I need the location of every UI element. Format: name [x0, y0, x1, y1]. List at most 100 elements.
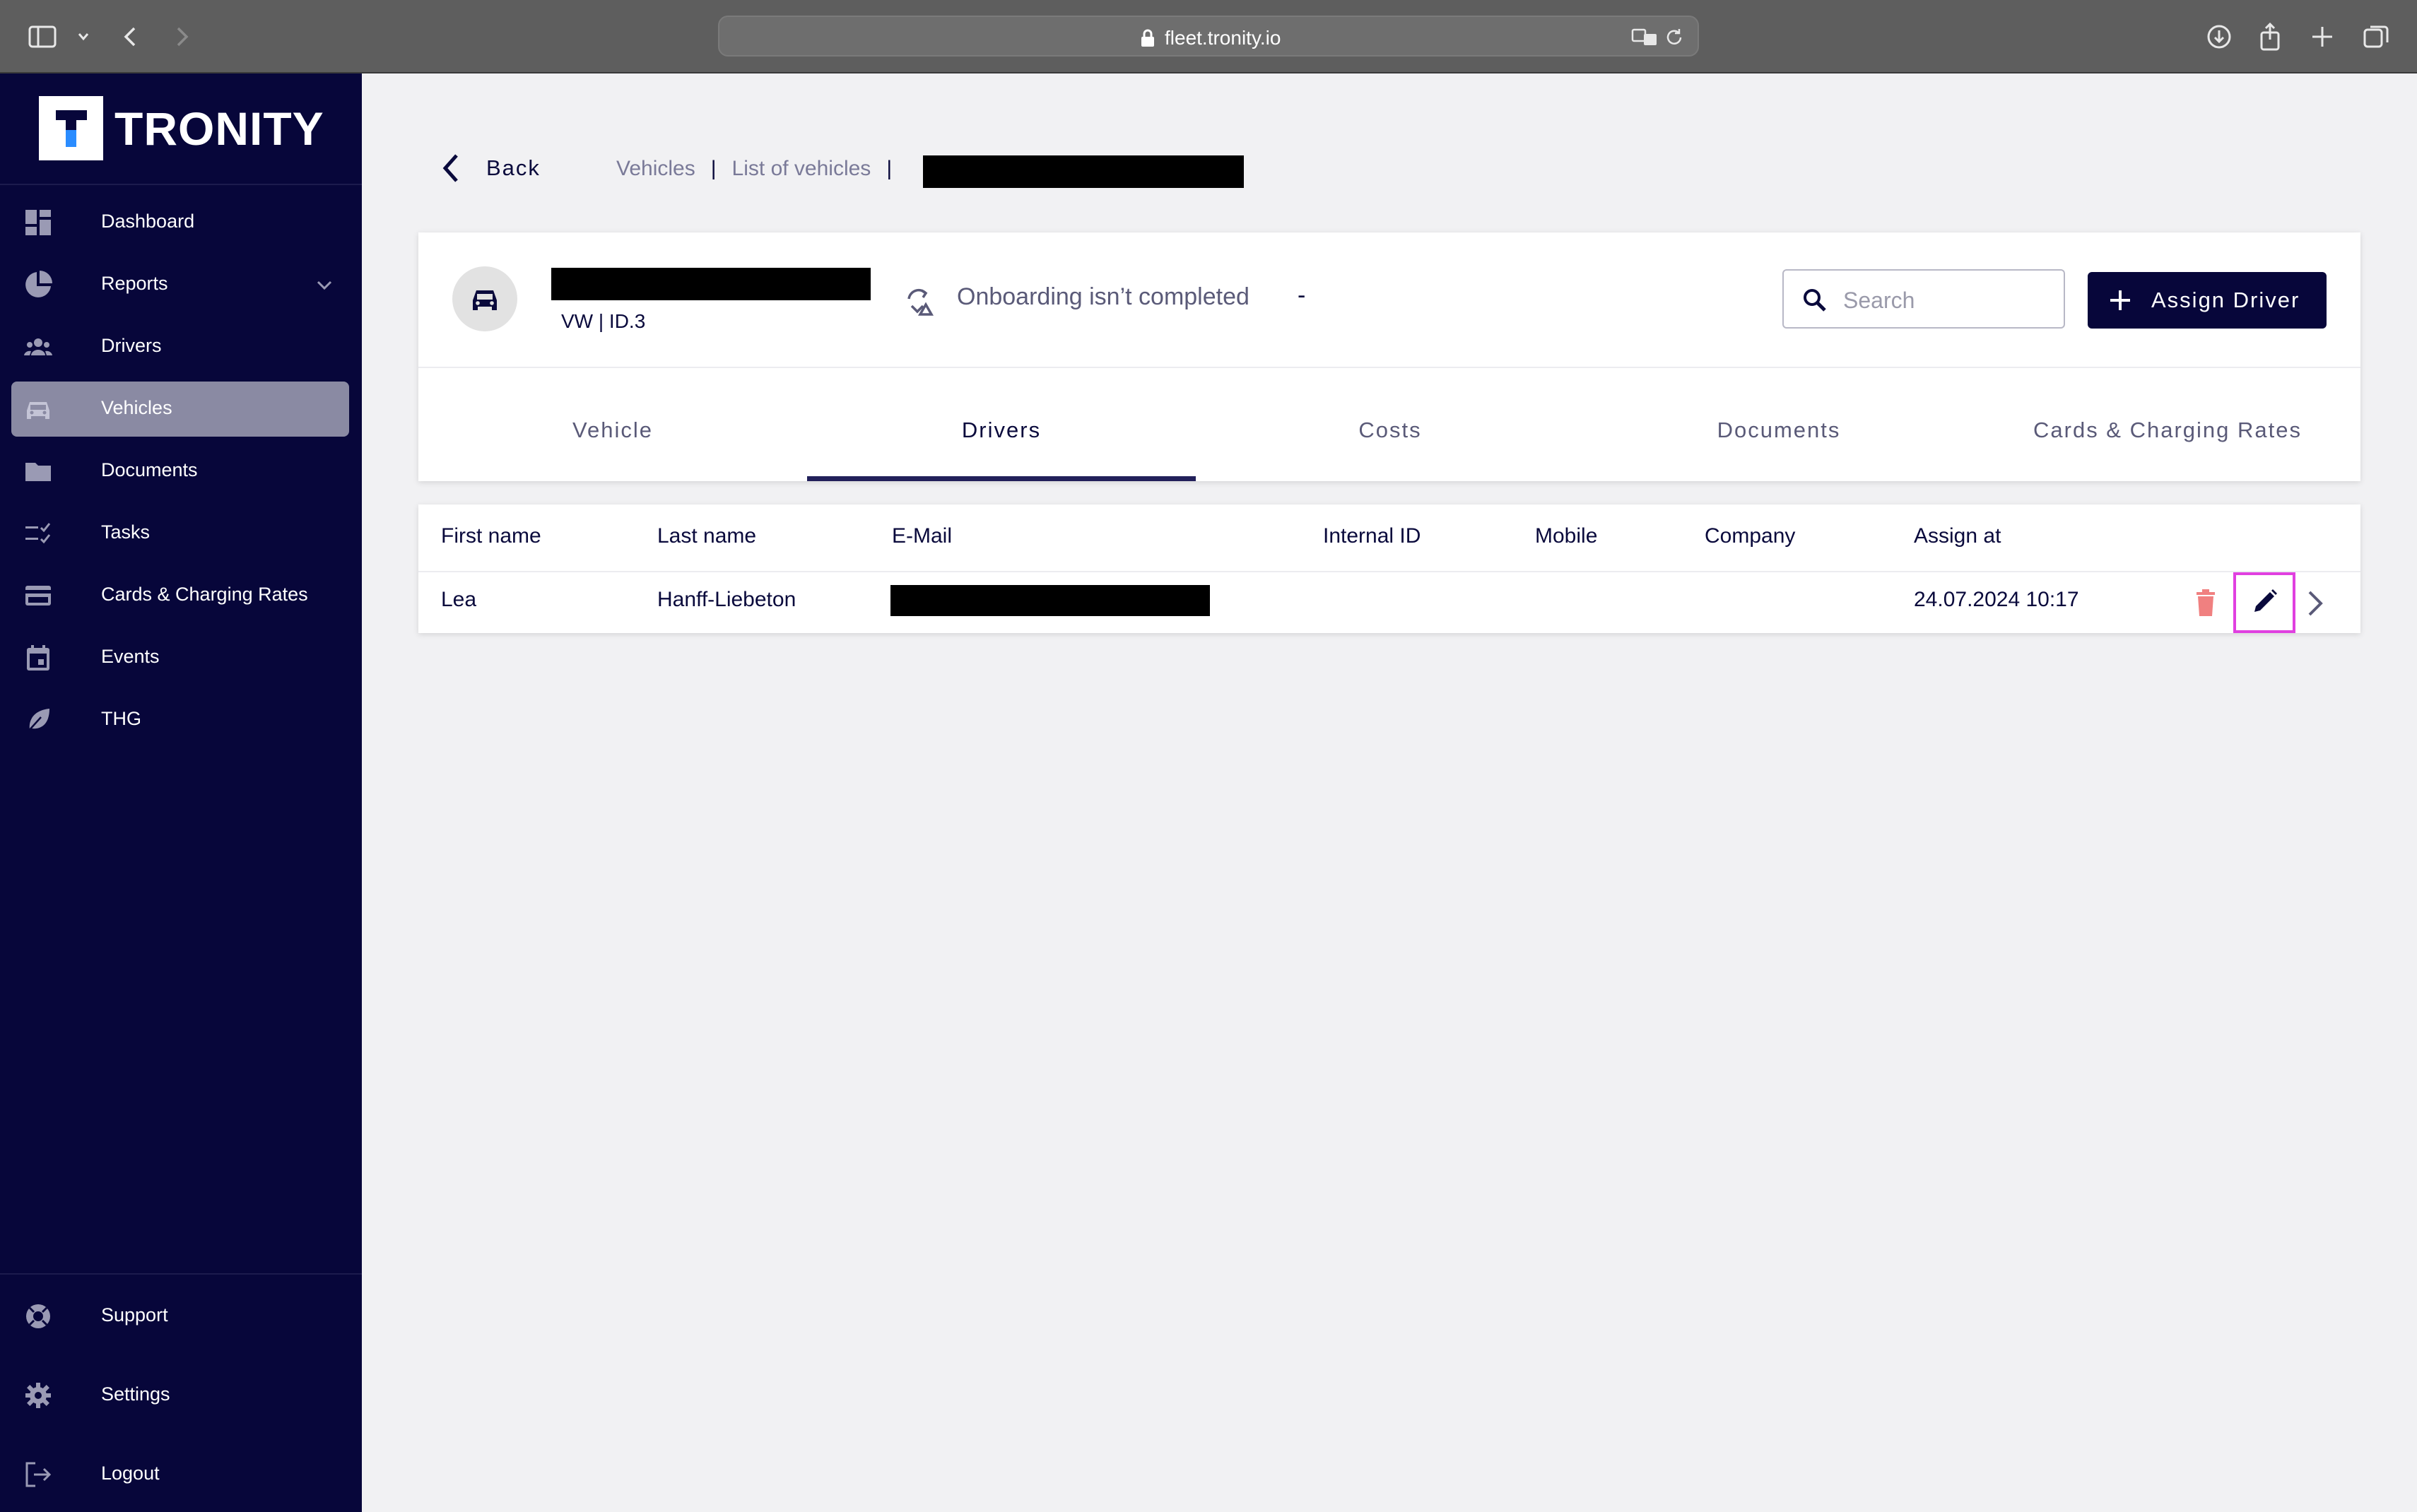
onboarding-sync-icon: [905, 286, 936, 317]
car-icon: [24, 395, 52, 423]
breadcrumb: Vehicles | List of vehicles |: [616, 157, 907, 181]
pencil-icon: [2254, 589, 2277, 612]
edit-button[interactable]: [2233, 572, 2295, 633]
vehicle-model: VW | ID.3: [561, 310, 646, 332]
tab-cards-charging-rates[interactable]: Cards & Charging Rates: [1973, 367, 2362, 481]
logo-text: TRONITY: [114, 102, 324, 155]
sidebar-item-label: Drivers: [101, 335, 162, 356]
tab-active-indicator: [807, 476, 1196, 481]
plus-icon: [2110, 290, 2130, 310]
share-icon[interactable]: [2254, 21, 2286, 52]
search-icon: [1804, 289, 1826, 312]
translate-icon[interactable]: [1631, 27, 1659, 48]
divider: [0, 184, 362, 185]
column-header-company[interactable]: Company: [1705, 524, 1795, 548]
search-placeholder: Search: [1843, 288, 1915, 313]
assign-driver-label: Assign Driver: [2151, 288, 2300, 312]
sidebar-item-drivers[interactable]: Drivers: [11, 319, 349, 374]
assign-driver-button[interactable]: Assign Driver: [2088, 272, 2327, 329]
tab-label: Cards & Charging Rates: [2033, 418, 2302, 442]
delete-icon[interactable]: [2195, 589, 2216, 618]
drivers-table: First name Last name E-Mail Internal ID …: [418, 504, 2360, 633]
tab-drivers[interactable]: Drivers: [807, 367, 1196, 481]
sidebar-item-tasks[interactable]: Tasks: [11, 506, 349, 561]
redacted-vehicle-name: [923, 155, 1244, 188]
redacted-license-plate: [551, 268, 871, 300]
breadcrumb-separator: |: [886, 157, 893, 180]
tab-label: Drivers: [961, 418, 1042, 442]
redacted-email: [890, 585, 1210, 616]
logo-mark: [39, 96, 103, 160]
vehicle-avatar: [452, 266, 517, 331]
car-icon: [473, 290, 497, 310]
column-header-mobile[interactable]: Mobile: [1535, 524, 1597, 548]
dashboard-icon: [24, 208, 52, 237]
sidebar-item-label: Logout: [101, 1463, 160, 1484]
sidebar-item-logout[interactable]: Logout: [11, 1447, 349, 1502]
back-button[interactable]: Back: [440, 153, 541, 184]
onboarding-status: Onboarding isn’t completed: [957, 283, 1249, 310]
cell-last-name: Hanff-Liebeton: [657, 588, 796, 611]
tabs-overview-icon[interactable]: [2360, 21, 2392, 52]
vehicle-card: VW | ID.3 Onboarding isn’t completed - S…: [418, 232, 2360, 481]
divider: [418, 571, 2360, 572]
column-header-email[interactable]: E-Mail: [892, 524, 952, 548]
sidebar-item-documents[interactable]: Documents: [11, 444, 349, 499]
sidebar-item-reports[interactable]: Reports: [11, 257, 349, 312]
onboarding-suffix: -: [1298, 282, 1306, 309]
divider: [0, 1273, 362, 1275]
breadcrumb-vehicles[interactable]: Vehicles: [616, 157, 695, 181]
column-header-internal-id[interactable]: Internal ID: [1323, 524, 1421, 548]
lifebuoy-icon: [24, 1302, 52, 1330]
sidebar-item-label: Documents: [101, 459, 198, 480]
sidebar-item-label: Vehicles: [101, 397, 172, 418]
sidebar-toggle-icon[interactable]: [27, 21, 58, 52]
tab-vehicle[interactable]: Vehicle: [418, 367, 807, 481]
sidebar-item-label: Dashboard: [101, 211, 195, 232]
url-text: fleet.tronity.io: [1165, 27, 1281, 49]
sidebar-item-settings[interactable]: Settings: [11, 1368, 349, 1423]
sidebar-item-label: THG: [101, 708, 141, 729]
column-header-last-name[interactable]: Last name: [657, 524, 756, 548]
checklist-icon: [24, 519, 52, 548]
gear-icon: [24, 1381, 52, 1410]
folder-icon: [24, 457, 52, 485]
column-header-assign-at[interactable]: Assign at: [1914, 524, 2001, 548]
chevron-down-icon[interactable]: [314, 274, 335, 295]
sidebar-item-label: Events: [101, 646, 160, 667]
sidebar-item-label: Reports: [101, 273, 168, 294]
chevron-right-icon[interactable]: [2304, 588, 2325, 619]
tab-costs[interactable]: Costs: [1196, 367, 1584, 481]
pie-chart-icon: [24, 271, 52, 299]
column-header-first-name[interactable]: First name: [441, 524, 541, 548]
new-tab-icon[interactable]: [2307, 21, 2338, 52]
credit-card-icon: [24, 581, 52, 610]
sidebar-item-thg[interactable]: THG: [11, 692, 349, 748]
cell-first-name: Lea: [441, 588, 477, 611]
address-bar[interactable]: fleet.tronity.io: [718, 16, 1699, 57]
back-arrow-icon[interactable]: [116, 21, 147, 52]
sidebar-item-label: Cards & Charging Rates: [101, 584, 308, 605]
tab-label: Costs: [1358, 418, 1422, 442]
reload-icon[interactable]: [1664, 27, 1685, 48]
download-icon[interactable]: [2204, 21, 2235, 52]
breadcrumb-separator: |: [710, 157, 717, 180]
logo[interactable]: TRONITY: [39, 96, 324, 160]
leaf-icon: [24, 706, 52, 734]
sidebar-item-label: Support: [101, 1304, 168, 1325]
people-icon: [24, 333, 52, 361]
sidebar-item-vehicles[interactable]: Vehicles: [11, 382, 349, 437]
calendar-icon: [24, 644, 52, 672]
cell-assign-at: 24.07.2024 10:17: [1914, 588, 2079, 611]
tab-documents[interactable]: Documents: [1584, 367, 1973, 481]
sidebar-item-label: Tasks: [101, 521, 151, 543]
search-input[interactable]: Search: [1782, 269, 2065, 329]
sidebar-item-support[interactable]: Support: [11, 1289, 349, 1344]
breadcrumb-list-of-vehicles[interactable]: List of vehicles: [732, 157, 871, 181]
sidebar-item-cards-charging-rates[interactable]: Cards & Charging Rates: [11, 568, 349, 623]
sidebar-item-dashboard[interactable]: Dashboard: [11, 195, 349, 250]
sidebar-item-events[interactable]: Events: [11, 630, 349, 685]
forward-arrow-icon[interactable]: [165, 21, 196, 52]
chevron-down-icon[interactable]: [68, 21, 99, 52]
chevron-left-icon: [440, 153, 465, 184]
